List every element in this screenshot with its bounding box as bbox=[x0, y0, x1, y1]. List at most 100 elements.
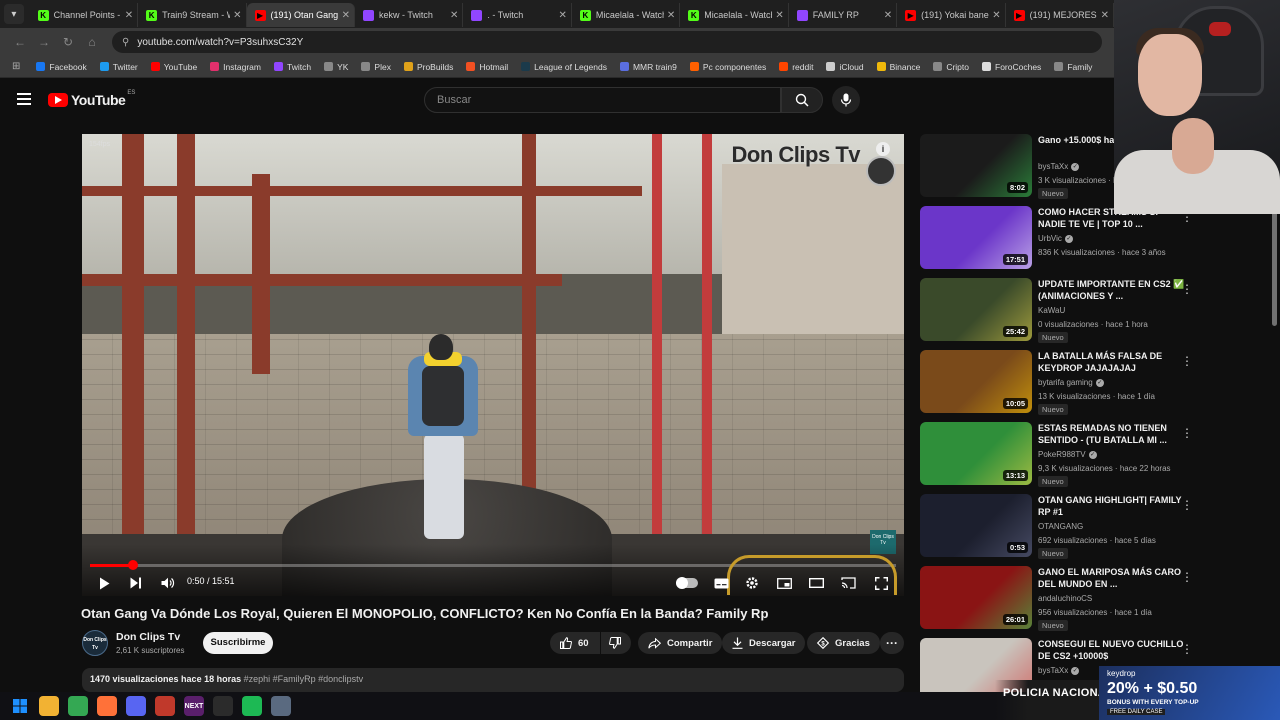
home-icon[interactable]: ⌂ bbox=[82, 32, 102, 52]
share-button[interactable]: Compartir bbox=[638, 632, 723, 654]
bookmark-item[interactable]: Instagram bbox=[210, 62, 261, 72]
bookmark-item[interactable]: Family bbox=[1054, 62, 1092, 72]
recommended-title[interactable]: GANO EL MARIPOSA MÁS CARO DEL MUNDO EN .… bbox=[1038, 566, 1188, 590]
discord-icon[interactable] bbox=[126, 696, 146, 716]
site-info-icon[interactable]: ⚲ bbox=[122, 37, 129, 48]
browser-tab[interactable]: ▶ (191) MEJORES M✕ bbox=[1006, 3, 1115, 27]
video-thumbnail[interactable]: 25:42 bbox=[920, 278, 1032, 341]
obs-icon[interactable] bbox=[213, 696, 233, 716]
info-icon[interactable]: i bbox=[876, 142, 890, 156]
bookmark-item[interactable]: MMR train9 bbox=[619, 62, 677, 72]
recommended-video[interactable]: 0:53 OTAN GANG HIGHLIGHT| FAMILY RP #1 OTA… bbox=[920, 494, 1193, 559]
apps-grid-icon[interactable]: ⊞ bbox=[12, 61, 20, 72]
bookmark-item[interactable]: YK bbox=[324, 62, 348, 72]
miniplayer-button[interactable] bbox=[775, 573, 793, 593]
recommended-channel[interactable]: OTANGANG bbox=[1038, 522, 1083, 531]
browser-tab[interactable]: K Micaelala - Watch ✕ bbox=[680, 3, 789, 27]
tab-close-icon[interactable]: ✕ bbox=[667, 10, 675, 21]
recommended-title[interactable]: ESTAS REMADAS NO TIENEN SENTIDO - (TU BA… bbox=[1038, 422, 1188, 446]
recommended-channel[interactable]: UrbVic ✓ bbox=[1038, 234, 1073, 243]
bookmark-item[interactable]: Facebook bbox=[36, 62, 87, 72]
hashtags[interactable]: #zephi #FamilyRp #donclipstv bbox=[244, 674, 364, 684]
tab-close-icon[interactable]: ✕ bbox=[342, 10, 350, 21]
recommended-video[interactable]: 26:01 GANO EL MARIPOSA MÁS CARO DEL MUNDO… bbox=[920, 566, 1193, 631]
bookmark-item[interactable]: ForoCoches bbox=[982, 62, 1041, 72]
tab-close-icon[interactable]: ✕ bbox=[125, 10, 133, 21]
browser-tab[interactable]: FAMILY RP ✕ bbox=[789, 3, 898, 27]
recommended-channel[interactable]: andaluchinoCS bbox=[1038, 594, 1092, 603]
settings-button[interactable] bbox=[743, 573, 761, 593]
recommended-title[interactable]: OTAN GANG HIGHLIGHT| FAMILY RP #1 bbox=[1038, 494, 1188, 518]
search-button[interactable] bbox=[781, 87, 823, 113]
tab-close-icon[interactable]: ✕ bbox=[1101, 10, 1109, 21]
video-thumbnail[interactable]: 10:05 bbox=[920, 350, 1032, 413]
recommended-video[interactable]: 10:05 LA BATALLA MÁS FALSA DE KEYDROP JAJ… bbox=[920, 350, 1193, 415]
description-box[interactable]: 1470 visualizaciones hace 18 horas #zeph… bbox=[82, 668, 904, 692]
menu-icon[interactable] bbox=[17, 93, 31, 105]
reload-icon[interactable]: ↻ bbox=[58, 32, 78, 52]
play-button[interactable] bbox=[96, 573, 112, 593]
browser-tab[interactable]: kekw - Twitch ✕ bbox=[355, 3, 464, 27]
tab-close-icon[interactable]: ✕ bbox=[233, 10, 241, 21]
bookmark-item[interactable]: Hotmail bbox=[466, 62, 508, 72]
recommended-title[interactable]: LA BATALLA MÁS FALSA DE KEYDROP JAJAJAJA… bbox=[1038, 350, 1188, 374]
address-bar[interactable]: ⚲ youtube.com/watch?v=P3suhxsC32Y bbox=[112, 31, 1102, 53]
browser-tab[interactable]: ▶ (191) Yokai banea ✕ bbox=[897, 3, 1006, 27]
cast-button[interactable] bbox=[839, 573, 857, 593]
bookmark-item[interactable]: YouTube bbox=[150, 62, 197, 72]
file-explorer-icon[interactable] bbox=[39, 696, 59, 716]
more-actions-button[interactable]: ··· bbox=[880, 632, 904, 654]
recommended-channel[interactable]: bytarifa gaming ✓ bbox=[1038, 378, 1104, 387]
tab-close-icon[interactable]: ✕ bbox=[775, 10, 783, 21]
windows-start-icon[interactable] bbox=[10, 696, 30, 716]
recommended-video[interactable]: 13:13 ESTAS REMADAS NO TIENEN SENTIDO - (… bbox=[920, 422, 1193, 487]
recommended-title[interactable]: UPDATE IMPORTANTE EN CS2 ✅ (ANIMACIONES … bbox=[1038, 278, 1188, 302]
youtube-logo[interactable]: YouTube ES bbox=[48, 90, 135, 108]
channel-avatar[interactable]: Don Clips Tv bbox=[82, 630, 108, 656]
recommended-channel[interactable]: PokeR988TV ✓ bbox=[1038, 450, 1097, 459]
next-button[interactable] bbox=[128, 573, 144, 593]
search-input[interactable]: Buscar bbox=[424, 87, 781, 113]
tab-close-icon[interactable]: ✕ bbox=[884, 10, 892, 21]
more-vertical-icon[interactable]: ⋮ bbox=[1181, 282, 1193, 296]
subtitles-button[interactable] bbox=[712, 573, 730, 593]
recommended-channel[interactable]: bysTaXx ✓ bbox=[1038, 162, 1080, 171]
thanks-button[interactable]: $ Gracias bbox=[807, 632, 880, 654]
forward-icon[interactable]: → bbox=[34, 32, 54, 52]
bookmark-item[interactable]: Plex bbox=[361, 62, 391, 72]
scrubber-handle[interactable] bbox=[127, 560, 138, 570]
voice-search-button[interactable] bbox=[832, 86, 860, 114]
dislike-button[interactable] bbox=[601, 632, 631, 654]
recommended-video[interactable]: 25:42 UPDATE IMPORTANTE EN CS2 ✅ (ANIMACI… bbox=[920, 278, 1193, 343]
more-vertical-icon[interactable]: ⋮ bbox=[1181, 354, 1193, 368]
theater-mode-button[interactable] bbox=[807, 573, 825, 593]
video-thumbnail[interactable]: 0:53 bbox=[920, 494, 1032, 557]
fullscreen-button[interactable] bbox=[872, 573, 890, 593]
tab-close-icon[interactable]: ✕ bbox=[558, 10, 566, 21]
video-thumbnail[interactable]: 13:13 bbox=[920, 422, 1032, 485]
bookmark-item[interactable]: League of Legends bbox=[521, 62, 607, 72]
video-thumbnail[interactable]: 26:01 bbox=[920, 566, 1032, 629]
bookmark-item[interactable]: Pc componentes bbox=[689, 62, 766, 72]
download-button[interactable]: Descargar bbox=[722, 632, 806, 654]
browser-tab[interactable]: K Micaelala - Watch ✕ bbox=[572, 3, 681, 27]
browser-tab[interactable]: . - Twitch ✕ bbox=[463, 3, 572, 27]
autoplay-toggle[interactable] bbox=[676, 577, 698, 589]
browser-tab[interactable]: K Train9 Stream - W ✕ bbox=[138, 3, 247, 27]
recommended-title[interactable]: CONSEGUI EL NUEVO CUCHILLO DE CS2 +10000… bbox=[1038, 638, 1188, 662]
video-thumbnail[interactable]: 8:02 bbox=[920, 134, 1032, 197]
bookmark-item[interactable]: Cripto bbox=[933, 62, 969, 72]
spotify-icon[interactable] bbox=[242, 696, 262, 716]
settings-icon[interactable] bbox=[271, 696, 291, 716]
bookmark-item[interactable]: Twitch bbox=[273, 62, 311, 72]
bookmark-item[interactable]: Binance bbox=[876, 62, 920, 72]
recommended-video[interactable]: 17:51 COMO HACER STREAMS SI NADIE TE VE |… bbox=[920, 206, 1193, 270]
volume-button[interactable] bbox=[160, 573, 176, 593]
browser-tab[interactable]: ▶ (191) Otan Gang V✕ bbox=[246, 3, 355, 27]
bookmark-item[interactable]: iCloud bbox=[826, 62, 864, 72]
firefox-icon[interactable] bbox=[97, 696, 117, 716]
recommended-channel[interactable]: KaWaU bbox=[1038, 306, 1065, 315]
bookmark-item[interactable]: ProBuilds bbox=[403, 62, 453, 72]
app-icon[interactable] bbox=[155, 696, 175, 716]
browser-tab[interactable]: K Channel Points - K ✕ bbox=[30, 3, 139, 27]
